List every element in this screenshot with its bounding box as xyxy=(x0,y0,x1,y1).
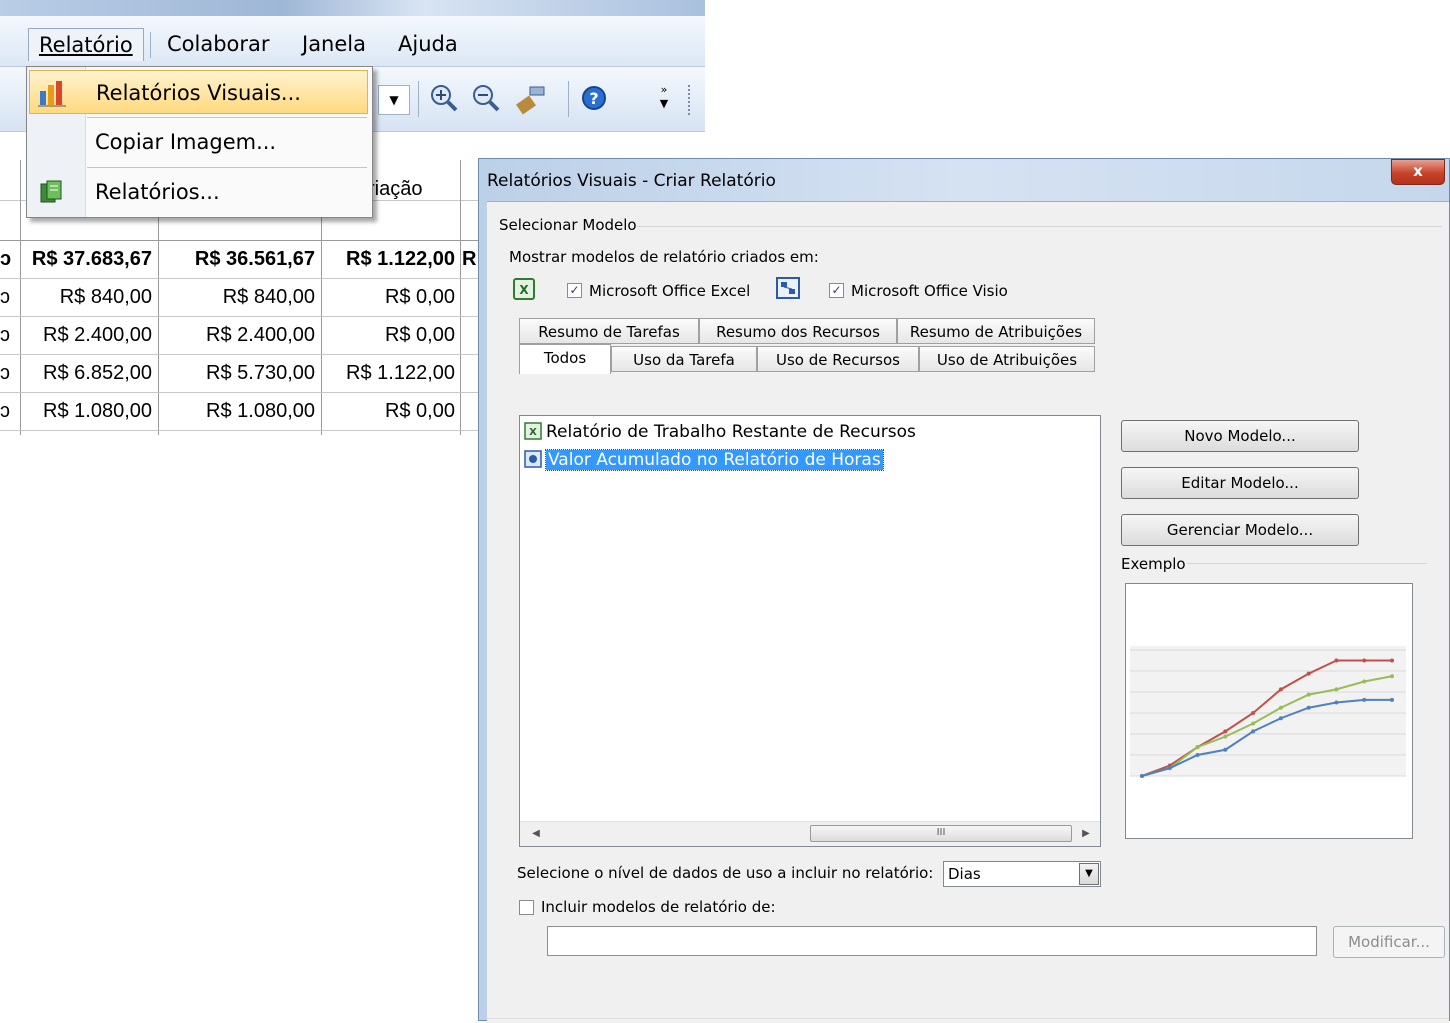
scroll-left-icon[interactable]: ◀ xyxy=(528,825,544,842)
column-header-variacao[interactable]: riação xyxy=(368,178,422,201)
usage-level-label: Selecione o nível de dados de uso a incl… xyxy=(517,864,934,882)
series-point xyxy=(1362,658,1367,663)
menu-item-copiar-imagem[interactable]: Copiar Imagem... xyxy=(29,120,368,164)
visio-checkbox[interactable]: ✓ xyxy=(829,283,844,298)
menu-item-relatorios[interactable]: Relatórios... xyxy=(29,170,368,214)
table-row[interactable]: ɔ R$ 1.080,00 R$ 1.080,00 R$ 0,00 xyxy=(0,392,480,431)
svg-text:X: X xyxy=(519,283,529,297)
include-templates-checkbox[interactable] xyxy=(519,900,534,915)
dialog-body: Selecionar Modelo Mostrar modelos de rel… xyxy=(487,201,1449,1023)
modify-button[interactable]: Modificar... xyxy=(1333,926,1445,958)
menu-janela[interactable]: Janela xyxy=(292,28,376,60)
series-point xyxy=(1362,697,1367,702)
excel-checkbox[interactable]: ✓ xyxy=(567,283,582,298)
horizontal-scrollbar[interactable]: ◀ III ▶ xyxy=(520,821,1100,846)
series-point xyxy=(1334,700,1339,705)
group-select-template: Selecionar Modelo xyxy=(499,216,637,234)
menu-item-relatorios-visuais[interactable]: Relatórios Visuais... xyxy=(29,70,368,114)
include-templates-label: Incluir modelos de relatório de: xyxy=(541,898,776,916)
close-button[interactable]: x xyxy=(1391,159,1445,185)
series-point xyxy=(1195,753,1200,757)
manage-template-button[interactable]: Gerenciar Modelo... xyxy=(1121,514,1359,546)
svg-text:X: X xyxy=(529,427,537,438)
menu-ajuda[interactable]: Ajuda xyxy=(388,28,468,60)
series-point xyxy=(1334,687,1339,692)
series-point xyxy=(1223,747,1228,752)
show-templates-label: Mostrar modelos de relatório criados em: xyxy=(509,248,819,266)
tab-resumo-tarefas[interactable]: Resumo de Tarefas xyxy=(519,318,699,344)
series-point xyxy=(1362,679,1367,684)
scroll-right-icon[interactable]: ▶ xyxy=(1078,825,1094,842)
tab-todos[interactable]: Todos xyxy=(519,344,611,374)
menu-relatorio[interactable]: Relatório xyxy=(28,28,144,61)
example-chart xyxy=(1130,646,1406,778)
tab-uso-tarefa[interactable]: Uso da Tarefa xyxy=(611,346,757,372)
window-title-bar xyxy=(0,0,705,16)
visio-icon xyxy=(524,450,542,468)
tab-uso-atribuicoes[interactable]: Uso de Atribuições xyxy=(919,346,1095,372)
format-painter-icon[interactable] xyxy=(514,83,546,115)
zoom-out-icon[interactable] xyxy=(470,83,502,115)
close-icon: x xyxy=(1413,162,1423,180)
table-row[interactable]: ɔ R$ 37.683,67 R$ 36.561,67 R$ 1.122,00 … xyxy=(0,240,480,279)
tab-uso-recursos[interactable]: Uso de Recursos xyxy=(757,346,919,372)
series-point xyxy=(1251,721,1256,726)
series-point xyxy=(1306,671,1311,676)
series-point xyxy=(1278,705,1283,710)
tab-resumo-recursos[interactable]: Resumo dos Recursos xyxy=(699,318,897,344)
series-point xyxy=(1278,687,1283,692)
chevron-down-icon[interactable]: ▼ xyxy=(1079,863,1099,885)
list-item[interactable]: X Relatório de Trabalho Restante de Recur… xyxy=(524,420,916,444)
series-point xyxy=(1251,729,1256,734)
dialog-title: Relatórios Visuais - Criar Relatório xyxy=(487,171,776,191)
example-label: Exemplo xyxy=(1121,555,1186,573)
series-point xyxy=(1167,766,1172,771)
table-row[interactable]: ɔ R$ 2.400,00 R$ 2.400,00 R$ 0,00 xyxy=(0,316,480,355)
visual-reports-dialog: Relatórios Visuais - Criar Relatório x S… xyxy=(478,158,1450,1023)
table-row[interactable]: ɔ R$ 6.852,00 R$ 5.730,00 R$ 1.122,00 xyxy=(0,354,480,393)
reports-book-icon xyxy=(37,178,65,206)
menu-separator xyxy=(150,32,151,58)
template-list[interactable]: X Relatório de Trabalho Restante de Recur… xyxy=(519,415,1101,847)
series-point xyxy=(1251,711,1256,715)
usage-level-select[interactable]: Dias ▼ xyxy=(943,861,1101,887)
excel-icon: X xyxy=(524,422,542,440)
zoom-in-icon[interactable] xyxy=(428,83,460,115)
dropdown-arrow-icon[interactable]: ▼ xyxy=(378,85,410,115)
table-row[interactable]: ɔ R$ 840,00 R$ 840,00 R$ 0,00 xyxy=(0,278,480,317)
series-point xyxy=(1334,658,1339,663)
chart-plot-area xyxy=(1130,646,1406,776)
example-preview xyxy=(1125,583,1413,839)
visio-checkbox-label: Microsoft Office Visio xyxy=(851,282,1008,300)
series-point xyxy=(1390,674,1394,679)
visio-icon xyxy=(775,276,803,302)
chart-bar-icon xyxy=(38,79,66,107)
series-point xyxy=(1306,692,1311,697)
series-point xyxy=(1306,705,1311,710)
series-point xyxy=(1195,745,1200,750)
edit-template-button[interactable]: Editar Modelo... xyxy=(1121,467,1359,499)
svg-text:?: ? xyxy=(589,89,598,108)
include-path-input[interactable] xyxy=(547,926,1317,956)
tab-resumo-atribuicoes[interactable]: Resumo de Atribuições xyxy=(897,318,1095,344)
relatorio-menu-dropdown: Relatórios Visuais... Copiar Imagem... R… xyxy=(26,66,373,218)
series-point xyxy=(1223,734,1228,739)
scrollbar-thumb[interactable]: III xyxy=(810,825,1072,842)
series-point xyxy=(1223,729,1228,734)
series-point xyxy=(1278,716,1283,721)
series-point xyxy=(1140,774,1144,778)
menu-colaborar[interactable]: Colaborar xyxy=(157,28,280,60)
menu-bar: Relatório Colaborar Janela Ajuda xyxy=(0,16,705,67)
list-item[interactable]: Valor Acumulado no Relatório de Horas xyxy=(524,448,884,472)
series-point xyxy=(1390,697,1394,702)
excel-checkbox-label: Microsoft Office Excel xyxy=(589,282,751,300)
help-icon[interactable]: ? xyxy=(578,83,610,115)
new-template-button[interactable]: Novo Modelo... xyxy=(1121,420,1359,452)
series-point xyxy=(1390,658,1394,663)
excel-icon: X xyxy=(513,278,535,300)
toolbar-options-icon[interactable]: » ▼ xyxy=(654,83,674,115)
